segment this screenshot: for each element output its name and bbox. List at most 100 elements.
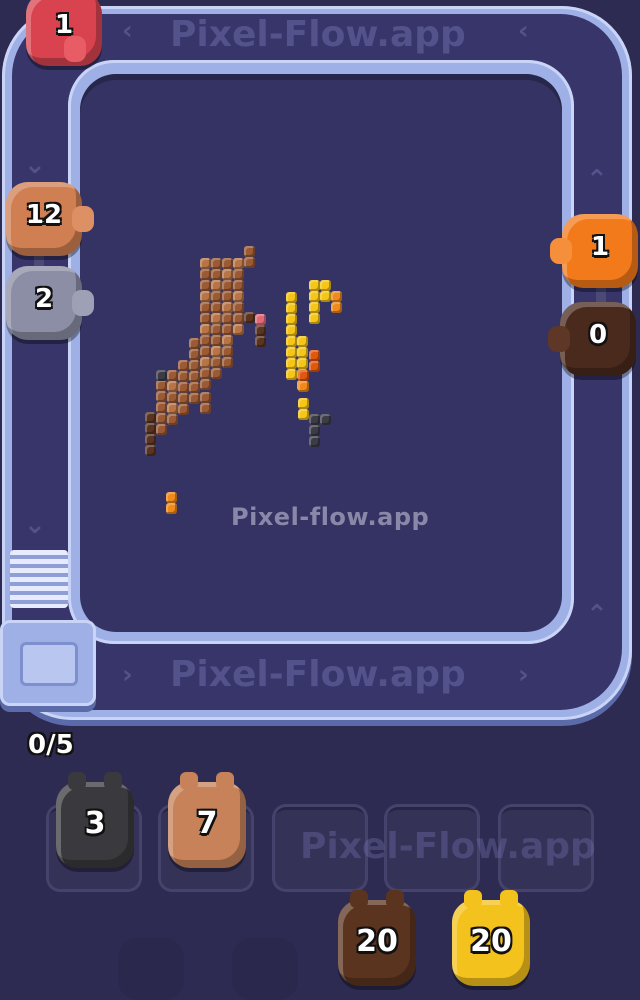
pixel-block: [200, 357, 211, 368]
pixel-block: [286, 292, 297, 303]
pixel-block: [167, 370, 178, 381]
pixel-block: [222, 291, 233, 302]
conveyor-pig[interactable]: 0: [548, 302, 636, 376]
lane-watermark-faint: Pixel-Flow.app: [300, 826, 596, 867]
waiting-pig[interactable]: 20: [452, 890, 530, 986]
entry-ramp: [10, 550, 68, 608]
conveyor-pig[interactable]: 12: [6, 182, 94, 256]
watermark: Pixel-flow.app: [231, 503, 430, 531]
conveyor-pig[interactable]: 1: [550, 214, 638, 288]
pixel-block: [331, 291, 342, 302]
pixel-block: [298, 370, 309, 381]
lane-watermark-top: Pixel-Flow.app: [170, 14, 466, 55]
pixel-block: [167, 414, 178, 425]
pixel-block: [211, 258, 222, 269]
pixel-block: [211, 357, 222, 368]
pixel-block: [178, 371, 189, 382]
pixel-block: [200, 335, 211, 346]
pixel-block: [233, 258, 244, 269]
pixel-block: [244, 246, 255, 257]
pixel-block: [222, 280, 233, 291]
pixel-block: [233, 269, 244, 280]
chevron-left-icon: ‹: [518, 16, 529, 46]
pixel-block: [222, 335, 233, 346]
pixel-block: [233, 313, 244, 324]
pixel-block: [222, 302, 233, 313]
pig-ear: [180, 772, 198, 790]
conveyor-pig[interactable]: 1: [26, 0, 102, 66]
pixel-block: [309, 361, 320, 372]
pig-count: 20: [470, 924, 512, 959]
pixel-block: [189, 382, 200, 393]
pig-count: 2: [34, 284, 54, 314]
pixel-block: [309, 425, 320, 436]
pixel-block: [320, 280, 331, 291]
pig-ear: [68, 772, 86, 790]
pixel-block: [178, 360, 189, 371]
pixel-block: [200, 313, 211, 324]
pixel-block: [156, 402, 167, 413]
conveyor-pig[interactable]: 2: [6, 266, 94, 340]
chevron-down-icon: ⌄: [24, 510, 46, 540]
pixel-block: [297, 347, 308, 358]
lane-watermark-bottom: Pixel-Flow.app: [170, 654, 466, 695]
pixel-block: [167, 392, 178, 403]
pixel-block: [178, 404, 189, 415]
launcher-machine[interactable]: [0, 620, 96, 706]
chevron-down-icon: ⌄: [24, 150, 46, 180]
pixel-block: [211, 291, 222, 302]
pixel-block: [200, 280, 211, 291]
pixel-block: [309, 414, 320, 425]
pixel-block: [309, 291, 320, 302]
pixel-block: [166, 492, 177, 503]
pixel-block: [200, 269, 211, 280]
pixel-block: [222, 324, 233, 335]
pig-ear: [350, 890, 368, 908]
chevron-up-icon: ⌃: [586, 600, 608, 630]
pixel-block: [166, 503, 177, 514]
waiting-pig[interactable]: 20: [338, 890, 416, 986]
pixel-block: [211, 335, 222, 346]
pixel-block: [189, 338, 200, 349]
pixel-block: [156, 424, 167, 435]
pixel-board: [80, 74, 562, 632]
pixel-block: [222, 269, 233, 280]
pixel-block: [309, 302, 320, 313]
pixel-block: [200, 403, 211, 414]
pixel-block: [178, 382, 189, 393]
pixel-block: [233, 324, 244, 335]
pixel-block: [200, 302, 211, 313]
pixel-block: [189, 371, 200, 382]
pixel-block: [233, 302, 244, 313]
pixel-block: [211, 280, 222, 291]
slot-pig[interactable]: 3: [56, 772, 134, 868]
slot-pig[interactable]: 7: [168, 772, 246, 868]
chevron-right-icon: ›: [122, 660, 133, 690]
launcher-screen: [20, 642, 78, 686]
pixel-block: [255, 314, 266, 325]
pig-count: 0: [588, 320, 608, 350]
pixel-block: [145, 434, 156, 445]
pixel-block: [233, 280, 244, 291]
pixel-block: [298, 409, 309, 420]
pixel-block: [145, 423, 156, 434]
pixel-block: [309, 280, 320, 291]
pixel-block: [189, 349, 200, 360]
pixel-block: [211, 368, 222, 379]
pixel-block: [298, 398, 309, 409]
pixel-block: [189, 393, 200, 404]
pig-count: 1: [54, 10, 74, 40]
queue-placeholder: [232, 938, 298, 1000]
pixel-block: [156, 391, 167, 402]
pig-ear: [104, 772, 122, 790]
pixel-block: [211, 313, 222, 324]
pig-count: 20: [356, 924, 398, 959]
pixel-block: [255, 325, 266, 336]
pixel-block: [222, 346, 233, 357]
pixel-block: [156, 413, 167, 424]
pixel-block: [211, 269, 222, 280]
pixel-block: [178, 393, 189, 404]
pixel-block: [211, 302, 222, 313]
pixel-block: [200, 291, 211, 302]
pixel-block: [211, 324, 222, 335]
